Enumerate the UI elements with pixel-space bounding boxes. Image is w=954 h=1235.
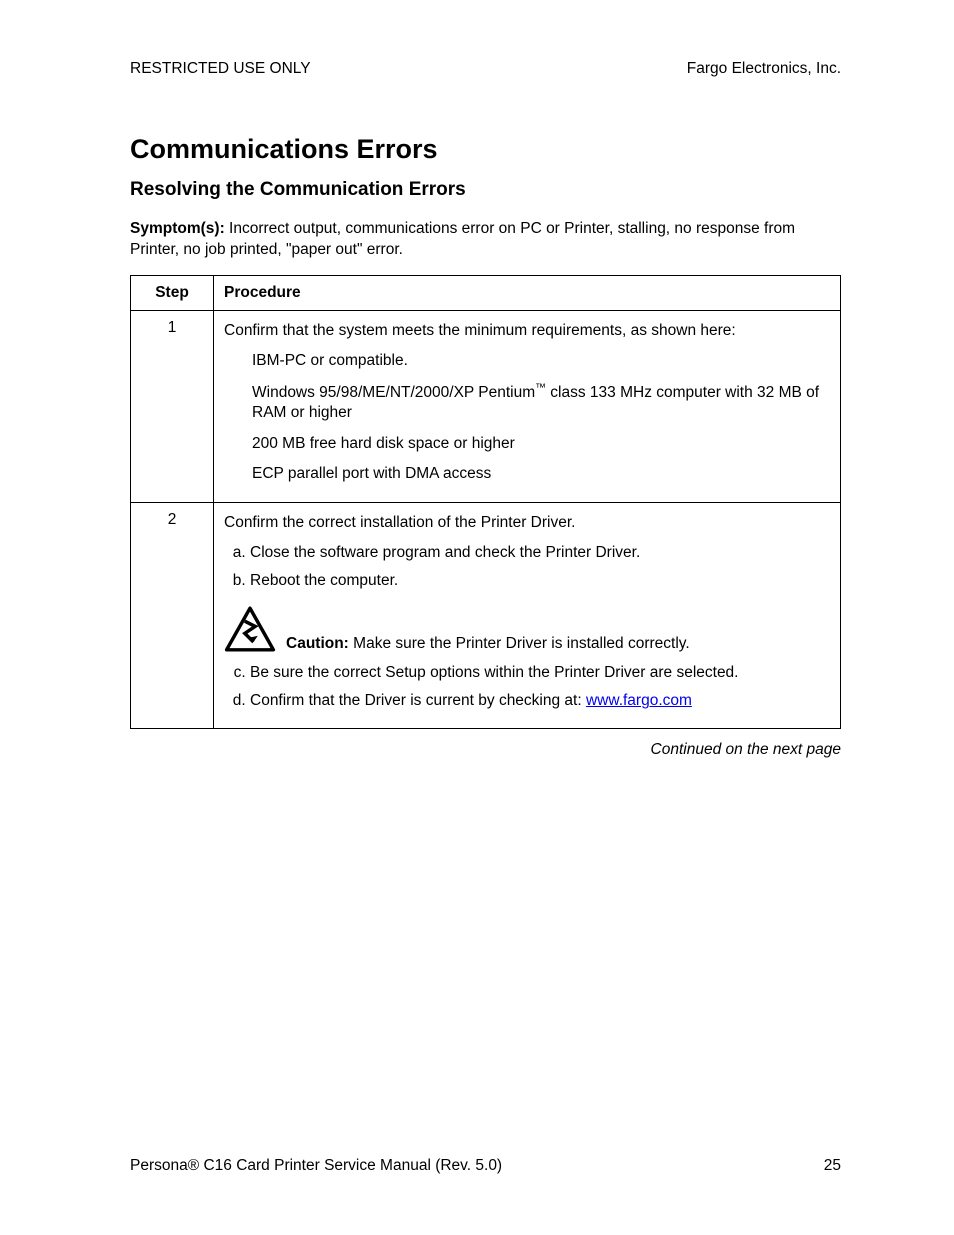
list-item: Reboot the computer. — [250, 571, 830, 591]
list-item: Windows 95/98/ME/NT/2000/XP Pentium™ cla… — [252, 381, 830, 423]
row2-d-pre: Confirm that the Driver is current by ch… — [250, 692, 586, 709]
procedure-cell: Confirm that the system meets the minimu… — [214, 310, 841, 502]
page-header: RESTRICTED USE ONLY Fargo Electronics, I… — [130, 60, 841, 78]
section-subtitle: Resolving the Communication Errors — [130, 179, 841, 201]
list-item: ECP parallel port with DMA access — [252, 464, 830, 484]
step-number: 1 — [131, 310, 214, 502]
list-item: Confirm that the Driver is current by ch… — [250, 691, 830, 711]
page-number: 25 — [824, 1157, 841, 1175]
req-b-pre: Windows 95/98/ME/NT/2000/XP Pentium — [252, 384, 535, 401]
list-item: Be sure the correct Setup options within… — [250, 663, 830, 683]
substep-list: Close the software program and check the… — [224, 543, 830, 591]
list-item: IBM-PC or compatible. — [252, 351, 830, 371]
caution-block: Caution: Make sure the Printer Driver is… — [224, 605, 830, 653]
registered-symbol: ® — [188, 1157, 199, 1174]
step-number: 2 — [131, 502, 214, 728]
procedure-cell: Confirm the correct installation of the … — [214, 502, 841, 728]
caution-text-wrap: Caution: Make sure the Printer Driver is… — [286, 635, 690, 653]
trademark-symbol: ™ — [535, 382, 546, 394]
header-left: RESTRICTED USE ONLY — [130, 60, 311, 78]
page-footer: Persona® C16 Card Printer Service Manual… — [130, 1157, 841, 1175]
list-item: Close the software program and check the… — [250, 543, 830, 563]
table-row: 2 Confirm the correct installation of th… — [131, 502, 841, 728]
symptoms-text: Incorrect output, communications error o… — [130, 220, 795, 258]
procedure-table: Step Procedure 1 Confirm that the system… — [130, 275, 841, 729]
header-right: Fargo Electronics, Inc. — [687, 60, 841, 78]
footer-left-pre: Persona — [130, 1157, 188, 1174]
col-header-step: Step — [131, 275, 214, 310]
symptoms-label: Symptom(s): — [130, 220, 225, 237]
caution-label: Caution: — [286, 635, 349, 652]
footer-left-post: C16 Card Printer Service Manual (Rev. 5.… — [199, 1157, 502, 1174]
footer-left: Persona® C16 Card Printer Service Manual… — [130, 1157, 502, 1175]
continued-note: Continued on the next page — [130, 741, 841, 759]
list-item: 200 MB free hard disk space or higher — [252, 434, 830, 454]
caution-text: Make sure the Printer Driver is installe… — [349, 635, 690, 652]
page: RESTRICTED USE ONLY Fargo Electronics, I… — [0, 0, 954, 1235]
row2-intro: Confirm the correct installation of the … — [224, 513, 830, 533]
col-header-procedure: Procedure — [214, 275, 841, 310]
symptoms-paragraph: Symptom(s): Incorrect output, communicat… — [130, 219, 841, 261]
row1-intro: Confirm that the system meets the minimu… — [224, 321, 830, 341]
requirements-list: IBM-PC or compatible. Windows 95/98/ME/N… — [224, 351, 830, 484]
substep-list-cont: Be sure the correct Setup options within… — [224, 663, 830, 711]
section-title: Communications Errors — [130, 134, 841, 165]
table-row: 1 Confirm that the system meets the mini… — [131, 310, 841, 502]
fargo-link[interactable]: www.fargo.com — [586, 692, 692, 709]
caution-icon — [224, 605, 276, 653]
